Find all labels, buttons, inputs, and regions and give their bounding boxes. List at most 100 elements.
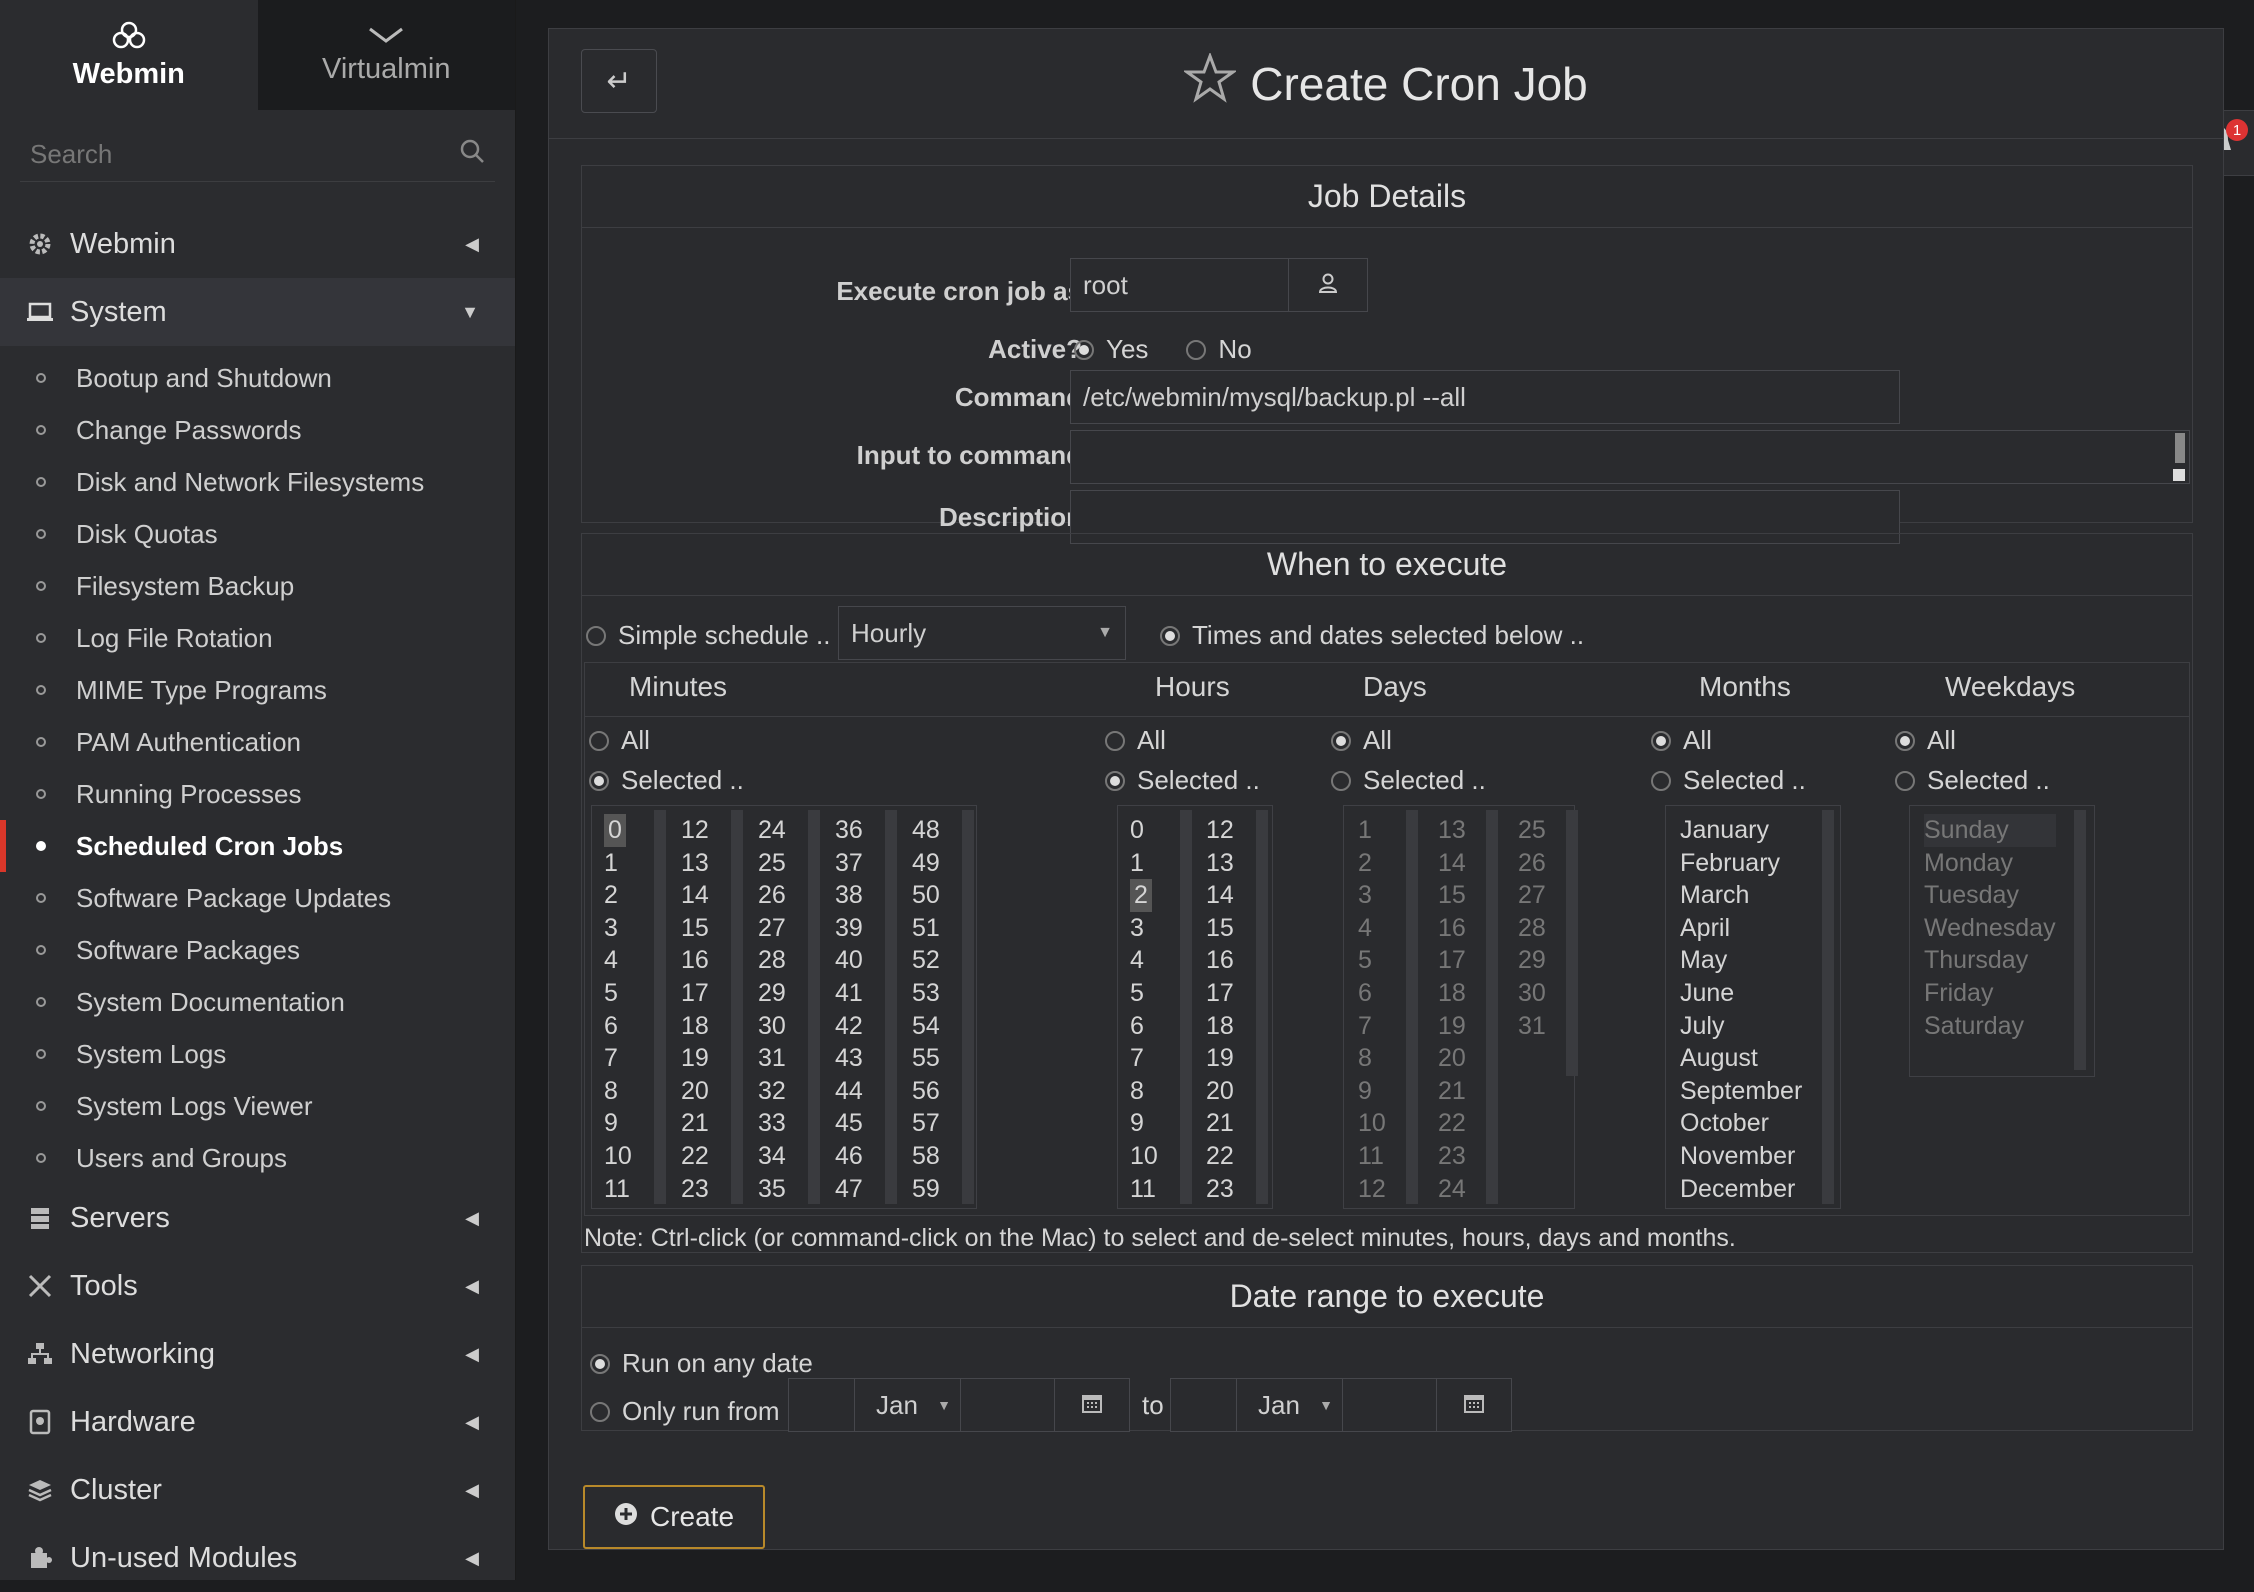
textarea-scrollbar[interactable] bbox=[2175, 433, 2185, 463]
list-option[interactable]: 48 bbox=[912, 814, 940, 847]
list-option[interactable]: 28 bbox=[1518, 912, 1546, 945]
list-option[interactable]: 4 bbox=[1358, 912, 1386, 945]
list-option[interactable]: 22 bbox=[1206, 1140, 1234, 1173]
only-run-from-radio[interactable] bbox=[590, 1401, 610, 1422]
list-option[interactable]: 26 bbox=[1518, 847, 1546, 880]
list-option[interactable]: 18 bbox=[1438, 977, 1466, 1010]
sidebar-item[interactable]: PAM Authentication bbox=[0, 716, 515, 768]
weekdays-all-radio[interactable] bbox=[1895, 730, 1915, 751]
list-option[interactable]: 21 bbox=[1438, 1075, 1466, 1108]
sidebar-item[interactable]: Scheduled Cron Jobs bbox=[0, 820, 515, 872]
list-option[interactable]: 30 bbox=[1518, 977, 1546, 1010]
list-option[interactable]: 3 bbox=[1130, 912, 1158, 945]
list-option[interactable]: June bbox=[1680, 977, 1802, 1010]
to-month-select[interactable]: Jan ▼ bbox=[1236, 1378, 1344, 1432]
create-button[interactable]: Create bbox=[583, 1485, 765, 1549]
menu-networking[interactable]: Networking ◀ bbox=[0, 1320, 515, 1388]
minutes-listbox[interactable]: 0 1 2 3 4 5 6 7 8 9 10 11 12 13 14 15 16 17 18 19 20 21 22 23 24… bbox=[591, 805, 977, 1209]
list-option[interactable]: 8 bbox=[1130, 1075, 1158, 1108]
list-option[interactable]: 51 bbox=[912, 912, 940, 945]
list-option[interactable]: 4 bbox=[1130, 944, 1158, 977]
user-picker-button[interactable] bbox=[1288, 258, 1368, 312]
to-date-picker-button[interactable] bbox=[1436, 1378, 1512, 1432]
days-all-radio[interactable] bbox=[1331, 730, 1351, 751]
list-option[interactable]: 21 bbox=[1206, 1107, 1234, 1140]
list-option[interactable]: 23 bbox=[1438, 1140, 1466, 1173]
hours-all-radio[interactable] bbox=[1105, 730, 1125, 751]
menu-servers[interactable]: Servers ◀ bbox=[0, 1184, 515, 1252]
list-option[interactable]: 46 bbox=[835, 1140, 863, 1173]
list-option[interactable]: 1 bbox=[1130, 847, 1158, 880]
list-option[interactable]: 12 bbox=[681, 814, 709, 847]
list-option[interactable]: 54 bbox=[912, 1010, 940, 1043]
list-option[interactable]: 13 bbox=[681, 847, 709, 880]
list-option[interactable]: 6 bbox=[1130, 1010, 1158, 1043]
list-option[interactable]: 10 bbox=[1130, 1140, 1158, 1173]
list-option[interactable]: 5 bbox=[604, 977, 632, 1010]
list-option[interactable]: Tuesday bbox=[1924, 879, 2056, 912]
list-option[interactable]: 24 bbox=[758, 814, 786, 847]
list-option[interactable]: 12 bbox=[1358, 1173, 1386, 1206]
list-option[interactable]: 4 bbox=[604, 944, 632, 977]
months-selected-radio[interactable] bbox=[1651, 770, 1671, 791]
sidebar-item[interactable]: Software Package Updates bbox=[0, 872, 515, 924]
list-option[interactable]: 17 bbox=[1206, 977, 1234, 1010]
list-option[interactable]: 25 bbox=[1518, 814, 1546, 847]
list-option[interactable]: 3 bbox=[604, 912, 632, 945]
list-option[interactable]: 41 bbox=[835, 977, 863, 1010]
menu-hardware[interactable]: Hardware ◀ bbox=[0, 1388, 515, 1456]
list-option[interactable]: 7 bbox=[1358, 1010, 1386, 1043]
list-option[interactable]: 53 bbox=[912, 977, 940, 1010]
list-option[interactable]: 25 bbox=[758, 847, 786, 880]
list-option[interactable]: 2 bbox=[1130, 879, 1152, 912]
menu-tools[interactable]: Tools ◀ bbox=[0, 1252, 515, 1320]
to-year-input[interactable] bbox=[1342, 1378, 1438, 1432]
sidebar-item[interactable]: Log File Rotation bbox=[0, 612, 515, 664]
command-input[interactable]: /etc/webmin/mysql/backup.pl --all bbox=[1070, 370, 1900, 424]
list-option[interactable]: 19 bbox=[1438, 1010, 1466, 1043]
list-option[interactable]: Sunday bbox=[1924, 814, 2056, 847]
list-option[interactable]: Friday bbox=[1924, 977, 2056, 1010]
sidebar-item[interactable]: Disk Quotas bbox=[0, 508, 515, 560]
virtualmin-tab[interactable]: Virtualmin bbox=[257, 0, 515, 110]
list-option[interactable]: 5 bbox=[1130, 977, 1158, 1010]
list-scrollbar[interactable] bbox=[2074, 810, 2086, 1070]
list-option[interactable]: 14 bbox=[1206, 879, 1234, 912]
list-option[interactable]: 18 bbox=[681, 1010, 709, 1043]
months-listbox[interactable]: January February March April May June July Augu… bbox=[1665, 805, 1841, 1209]
from-month-select[interactable]: Jan ▼ bbox=[854, 1378, 962, 1432]
list-option[interactable]: 37 bbox=[835, 847, 863, 880]
simple-schedule-radio[interactable] bbox=[586, 625, 606, 646]
list-scrollbar[interactable] bbox=[1486, 810, 1498, 1204]
list-option[interactable]: 11 bbox=[604, 1173, 632, 1206]
months-all-radio[interactable] bbox=[1651, 730, 1671, 751]
minutes-selected-radio[interactable] bbox=[589, 770, 609, 791]
list-option[interactable]: 21 bbox=[681, 1107, 709, 1140]
list-option[interactable]: 15 bbox=[1206, 912, 1234, 945]
list-option[interactable]: 26 bbox=[758, 879, 786, 912]
active-yes-radio[interactable] bbox=[1074, 339, 1094, 360]
list-option[interactable]: 17 bbox=[681, 977, 709, 1010]
list-option[interactable]: 1 bbox=[1358, 814, 1386, 847]
list-option[interactable]: 1 bbox=[604, 847, 632, 880]
list-option[interactable]: 19 bbox=[681, 1042, 709, 1075]
list-option[interactable]: 13 bbox=[1206, 847, 1234, 880]
back-button[interactable]: ↵ bbox=[581, 49, 657, 113]
to-day-input[interactable] bbox=[1170, 1378, 1238, 1432]
list-scrollbar[interactable] bbox=[808, 810, 820, 1204]
list-scrollbar[interactable] bbox=[1566, 810, 1578, 1076]
sidebar-item[interactable]: Running Processes bbox=[0, 768, 515, 820]
list-option[interactable]: 2 bbox=[1358, 847, 1386, 880]
list-option[interactable]: 9 bbox=[1358, 1075, 1386, 1108]
list-option[interactable]: 22 bbox=[681, 1140, 709, 1173]
list-option[interactable]: 0 bbox=[1130, 814, 1158, 847]
list-option[interactable]: 55 bbox=[912, 1042, 940, 1075]
resize-handle-icon[interactable] bbox=[2173, 469, 2185, 481]
list-option[interactable]: 15 bbox=[681, 912, 709, 945]
list-option[interactable]: 22 bbox=[1438, 1107, 1466, 1140]
list-option[interactable]: 49 bbox=[912, 847, 940, 880]
list-option[interactable]: 17 bbox=[1438, 944, 1466, 977]
sidebar-item[interactable]: MIME Type Programs bbox=[0, 664, 515, 716]
list-option[interactable]: 58 bbox=[912, 1140, 940, 1173]
sidebar-item[interactable]: System Documentation bbox=[0, 976, 515, 1028]
